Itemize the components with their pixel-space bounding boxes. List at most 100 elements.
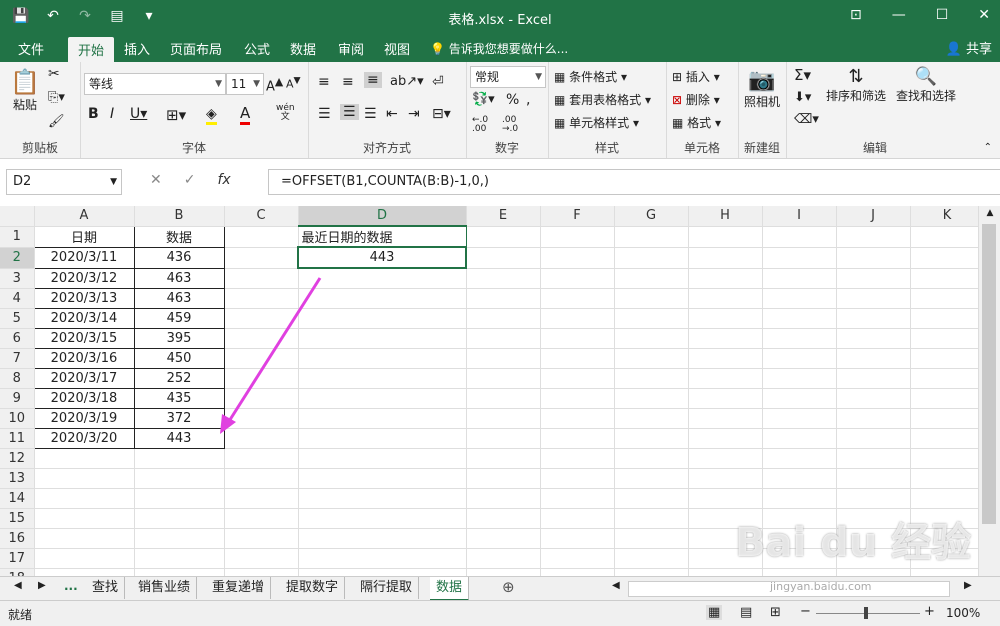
cell[interactable] — [614, 348, 689, 369]
cell[interactable] — [762, 368, 837, 389]
cell[interactable] — [910, 488, 985, 509]
cell[interactable]: 463 — [133, 267, 225, 289]
cell[interactable] — [614, 247, 689, 269]
merge-center-icon[interactable]: ⊟▾ — [432, 106, 451, 122]
row-header[interactable]: 6 — [0, 328, 35, 349]
cell[interactable] — [224, 328, 299, 349]
cell[interactable] — [762, 247, 837, 269]
cell[interactable] — [688, 226, 763, 248]
column-header[interactable]: G — [614, 206, 689, 227]
cell[interactable] — [688, 368, 763, 389]
more-sheets-icon[interactable]: ... — [64, 579, 78, 593]
percent-icon[interactable]: % — [506, 92, 519, 108]
column-header[interactable]: F — [540, 206, 615, 227]
cell[interactable]: 2020/3/20 — [33, 428, 135, 449]
zoom-slider[interactable] — [816, 613, 920, 614]
formula-input[interactable]: =OFFSET(B1,COUNTA(B:B)-1,0,) — [268, 169, 1000, 195]
cell[interactable]: 443 — [133, 428, 225, 449]
number-format-select[interactable]: 常规 ▼ — [470, 66, 546, 88]
decrease-decimal-icon[interactable]: .00 →.0 — [502, 116, 518, 134]
cell[interactable] — [688, 448, 763, 469]
cell[interactable] — [688, 348, 763, 369]
cell[interactable] — [762, 388, 837, 409]
cell[interactable] — [466, 328, 541, 349]
column-header[interactable]: B — [134, 206, 225, 227]
row-header[interactable]: 8 — [0, 368, 35, 389]
cell[interactable] — [224, 568, 299, 576]
row-header[interactable]: 14 — [0, 488, 35, 509]
page-break-view-icon[interactable]: ⊞ — [770, 605, 781, 620]
clear-icon[interactable]: ⌫▾ — [794, 112, 819, 127]
increase-decimal-icon[interactable]: ←.0.00 — [472, 116, 488, 134]
collapse-ribbon-icon[interactable]: ⌃ — [984, 142, 992, 153]
cell[interactable] — [540, 368, 615, 389]
cell[interactable] — [34, 548, 135, 569]
cell[interactable] — [910, 348, 985, 369]
cell[interactable] — [224, 448, 299, 469]
row-header[interactable]: 18 — [0, 568, 35, 576]
row-header[interactable]: 15 — [0, 508, 35, 529]
column-header[interactable]: I — [762, 206, 837, 227]
row-header[interactable]: 12 — [0, 448, 35, 469]
insert-cells-button[interactable]: ⊞ 插入 ▾ — [672, 68, 720, 85]
tab-file[interactable]: 文件 — [18, 39, 44, 58]
cell[interactable] — [614, 308, 689, 329]
cell[interactable] — [688, 288, 763, 309]
cell[interactable] — [836, 368, 911, 389]
cell[interactable] — [298, 528, 467, 549]
add-sheet-icon[interactable]: ⊕ — [502, 578, 515, 596]
cell[interactable] — [540, 568, 615, 576]
cell[interactable]: 436 — [133, 246, 225, 269]
cell[interactable] — [224, 368, 299, 389]
cell[interactable] — [298, 568, 467, 576]
cell[interactable] — [836, 308, 911, 329]
cell[interactable] — [762, 448, 837, 469]
cell[interactable]: 372 — [133, 408, 225, 429]
format-as-table-button[interactable]: ▦ 套用表格格式 ▾ — [554, 91, 651, 108]
row-header[interactable]: 11 — [0, 428, 35, 449]
zoom-out-icon[interactable]: − — [800, 604, 811, 619]
find-select-button[interactable]: 🔍 查找和选择 — [892, 66, 960, 104]
zoom-slider-thumb[interactable] — [864, 607, 868, 619]
cell[interactable] — [910, 448, 985, 469]
cell[interactable] — [836, 247, 911, 269]
tab-home[interactable]: 开始 — [68, 37, 115, 65]
cell[interactable] — [224, 388, 299, 409]
cell[interactable] — [836, 388, 911, 409]
hscroll-left-icon[interactable]: ◀ — [612, 580, 620, 591]
underline-button[interactable]: U▾ — [130, 106, 147, 122]
cell[interactable] — [614, 328, 689, 349]
cell[interactable]: 2020/3/19 — [33, 408, 135, 429]
cell[interactable] — [540, 308, 615, 329]
row-header[interactable]: 4 — [0, 288, 35, 309]
accounting-icon[interactable]: 💱▾ — [472, 92, 495, 107]
row-header[interactable]: 17 — [0, 548, 35, 569]
cell[interactable] — [540, 388, 615, 409]
cell[interactable] — [910, 268, 985, 289]
cell[interactable]: 2020/3/11 — [33, 246, 135, 269]
cell[interactable] — [298, 268, 467, 289]
cell[interactable] — [298, 468, 467, 489]
phonetic-icon[interactable]: wén 文 — [276, 104, 295, 122]
cell[interactable] — [614, 448, 689, 469]
minimize-button[interactable]: — — [892, 7, 906, 23]
cell[interactable] — [466, 368, 541, 389]
cell[interactable] — [540, 528, 615, 549]
cell[interactable] — [540, 247, 615, 269]
maximize-button[interactable]: ☐ — [936, 7, 949, 23]
cell[interactable] — [836, 268, 911, 289]
cell[interactable] — [540, 548, 615, 569]
cell[interactable] — [688, 308, 763, 329]
cell[interactable] — [688, 428, 763, 449]
cell-styles-button[interactable]: ▦ 单元格样式 ▾ — [554, 114, 639, 131]
cell[interactable]: 252 — [133, 368, 225, 389]
cell[interactable] — [466, 388, 541, 409]
cell[interactable] — [224, 488, 299, 509]
format-painter-icon[interactable]: 🖌 — [48, 114, 65, 129]
cell[interactable] — [298, 368, 467, 389]
row-header[interactable]: 16 — [0, 528, 35, 549]
cell[interactable] — [614, 268, 689, 289]
cell[interactable] — [688, 408, 763, 429]
cell[interactable]: 395 — [133, 328, 225, 349]
cell[interactable]: 2020/3/12 — [33, 267, 135, 289]
